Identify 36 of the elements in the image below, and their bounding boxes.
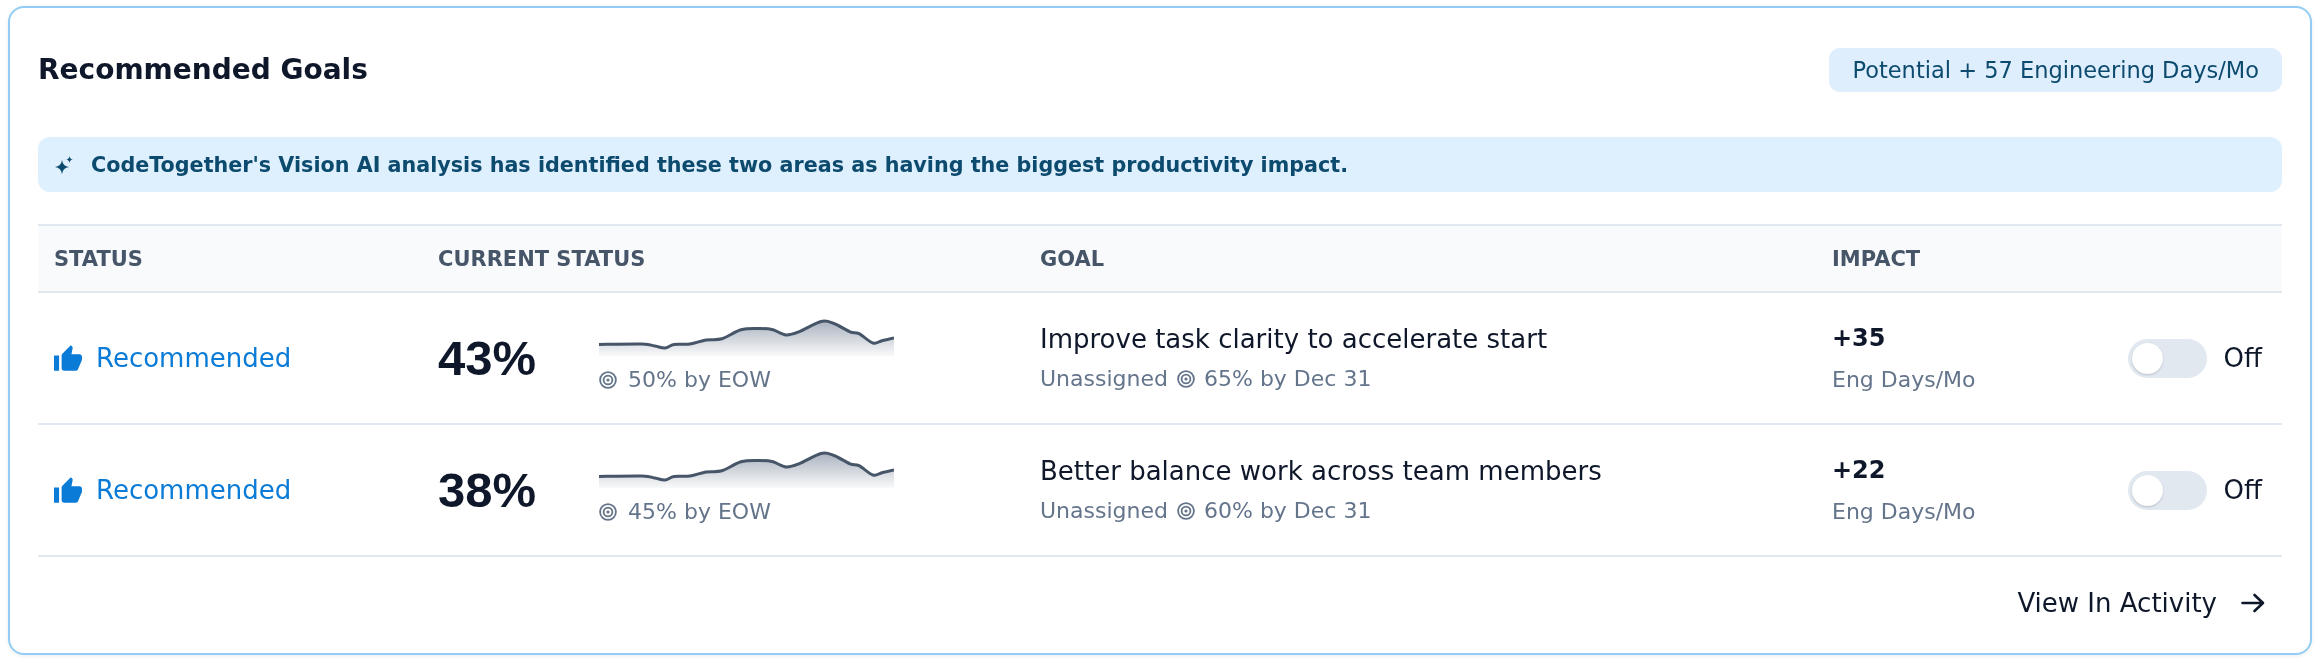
- potential-badge: Potential + 57 Engineering Days/Mo: [1829, 48, 2282, 92]
- toggle-switch[interactable]: [2127, 338, 2207, 378]
- sparkle-icon: [55, 155, 73, 174]
- goal-title: Better balance work across team members: [1040, 455, 1602, 488]
- weekly-target-text: 45% by EOW: [628, 497, 771, 526]
- column-header: GOAL: [1040, 245, 1105, 273]
- banner-text: CodeTogether's Vision AI analysis has identified these two areas as having the biggest productivity impact.: [91, 151, 1349, 179]
- impact-value: +22: [1832, 454, 1886, 486]
- column-header: IMPACT: [1832, 245, 1921, 273]
- card-title: Recommended Goals: [38, 52, 368, 88]
- toggle-switch[interactable]: [2127, 470, 2207, 510]
- weekly-target-text: 50% by EOW: [628, 365, 771, 394]
- goal-target-text: 60% by Dec 31: [1204, 497, 1372, 525]
- current-percent: 43%: [438, 330, 537, 386]
- impact-value: +35: [1832, 322, 1886, 354]
- thumbs-up-icon: [54, 477, 82, 503]
- toggle-label: Off: [2223, 474, 2262, 507]
- target-icon: [599, 502, 618, 521]
- column-header: CURRENT STATUS: [438, 245, 646, 273]
- impact-unit: Eng Days/Mo: [1832, 497, 1976, 526]
- status-label: Recommended: [96, 342, 292, 375]
- view-in-activity-link[interactable]: View In Activity: [2017, 587, 2265, 619]
- goal-target-text: 65% by Dec 31: [1204, 365, 1372, 393]
- assignee-label: Unassigned: [1040, 365, 1168, 393]
- assignee-label: Unassigned: [1040, 497, 1168, 525]
- goal-title: Improve task clarity to accelerate start: [1040, 323, 1548, 356]
- target-icon: [1177, 370, 1195, 388]
- impact-unit: Eng Days/Mo: [1832, 365, 1976, 394]
- column-header: STATUS: [54, 245, 143, 273]
- current-percent: 38%: [438, 462, 537, 518]
- thumbs-up-icon: [54, 345, 82, 371]
- arrow-right-icon: [2241, 593, 2265, 613]
- target-icon: [599, 370, 618, 389]
- status-label: Recommended: [96, 474, 292, 507]
- target-icon: [1177, 502, 1195, 520]
- toggle-label: Off: [2223, 342, 2262, 375]
